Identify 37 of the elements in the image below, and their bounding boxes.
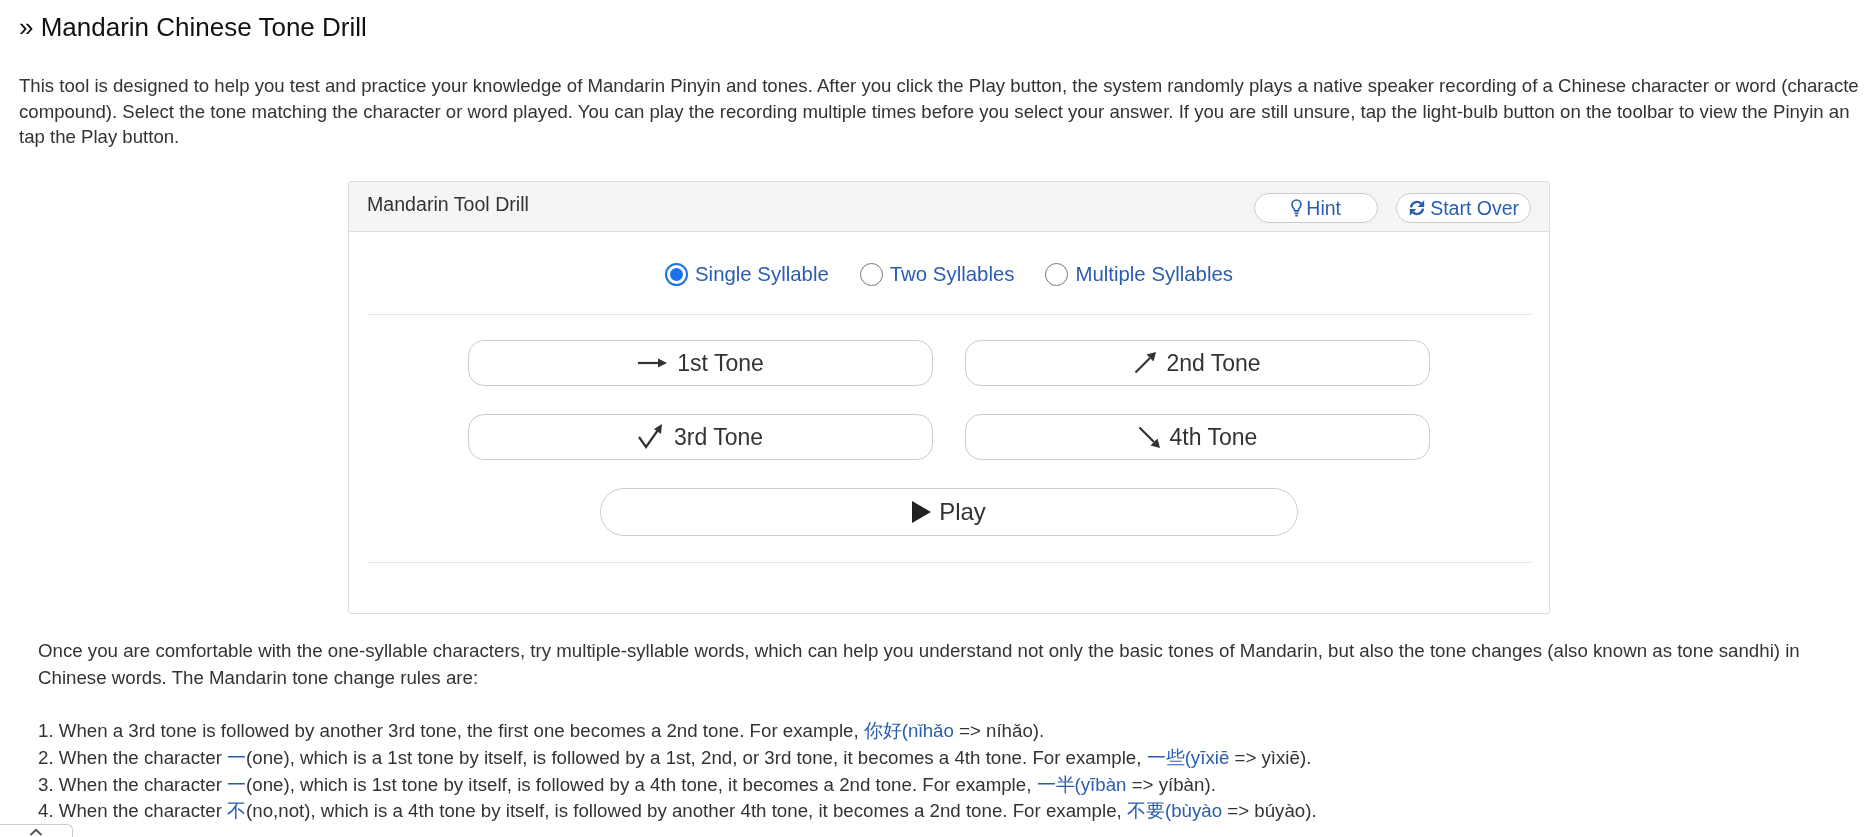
tone-button[interactable]: 1st Tone	[468, 340, 933, 387]
chinese-word-link[interactable]: 一些(yīxiē	[1146, 746, 1230, 768]
card-title: Mandarin Tool Drill	[367, 192, 529, 218]
chinese-word-link[interactable]: 你好(nǐhǎo	[863, 720, 954, 742]
dip-rise-arrow-icon	[637, 424, 664, 451]
caret-up-icon	[29, 828, 43, 836]
back-to-top-button[interactable]	[0, 824, 73, 837]
radio-button[interactable]	[859, 262, 883, 286]
right-arrow-icon	[637, 357, 668, 370]
chinese-word-link[interactable]: 一	[227, 746, 247, 768]
rule-text: 3. When the character 一(one), which is 1st tone by itself, is followed by a 4th tone, it becomes a 2nd tone. For example, 一半(yībàn => yíbàn).	[38, 772, 1216, 797]
tone-button[interactable]: 3rd Tone	[468, 414, 933, 461]
page-title: » Mandarin Chinese Tone Drill	[19, 12, 367, 42]
radio-label[interactable]: Multiple Syllables	[1075, 261, 1233, 288]
tone-button[interactable]: 2nd Tone	[965, 340, 1430, 387]
up-right-arrow-icon	[1134, 352, 1157, 375]
chinese-word-link[interactable]: 不要(bùyào	[1126, 800, 1223, 822]
notes-paragraph: Once you are comfortable with the one-syllable characters, try multiple-syllable words, which can help you understand not only the basic tones of Mandarin, but also the tone changes (also known as tone sandhi) in Chinese words. The Mandarin tone change rules are:	[38, 639, 1801, 690]
lightbulb-icon	[1291, 199, 1303, 218]
radio-button[interactable]	[1045, 262, 1069, 286]
rule-text: 1. When a 3rd tone is followed by another 3rd tone, the first one becomes a 2nd tone. For example, 你好(nǐhǎo => níhǎo).	[38, 719, 1045, 744]
tone-button[interactable]: 4th Tone	[965, 414, 1430, 461]
down-right-arrow-icon	[1137, 426, 1160, 449]
radio-button[interactable]	[665, 262, 688, 286]
rule-text: 2. When the character 一(one), which is a 1st tone by itself, is followed by a 1st, 2nd, or 3rd tone, it becomes a 4th tone. For example, 一些(yīxiē => yìxiē).	[38, 745, 1312, 770]
start-over-button[interactable]: Start Over	[1396, 193, 1531, 224]
refresh-icon	[1408, 199, 1427, 218]
radio-label[interactable]: Two Syllables	[889, 261, 1015, 288]
hint-button[interactable]: Hint	[1254, 193, 1379, 224]
chinese-word-link[interactable]: 一半(yībàn	[1036, 773, 1127, 795]
play-button[interactable]: Play	[600, 488, 1298, 537]
chinese-word-link[interactable]: 不	[227, 800, 247, 822]
intro-paragraph: This tool is designed to help you test and practice your knowledge of Mandarin Pinyin and tones. After you click the Play button, the system randomly plays a native speaker recording of a Chinese character or word (characte compound). Select the tone matching the character or word played. You can play the recording multiple times before you select your answer. If you are still unsure, tap the light-bulb button on the toolbar to view the Pinyin an tap the Play button.	[19, 74, 1859, 150]
rule-text: 4. When the character 不(no,not), which is a 4th tone by itself, is followed by another 4th tone, it becomes a 2nd tone. For example, 不要(bùyào => búyào).	[38, 799, 1317, 824]
chinese-word-link[interactable]: 一	[227, 773, 247, 795]
play-icon	[912, 501, 932, 524]
radio-label[interactable]: Single Syllable	[695, 261, 829, 288]
